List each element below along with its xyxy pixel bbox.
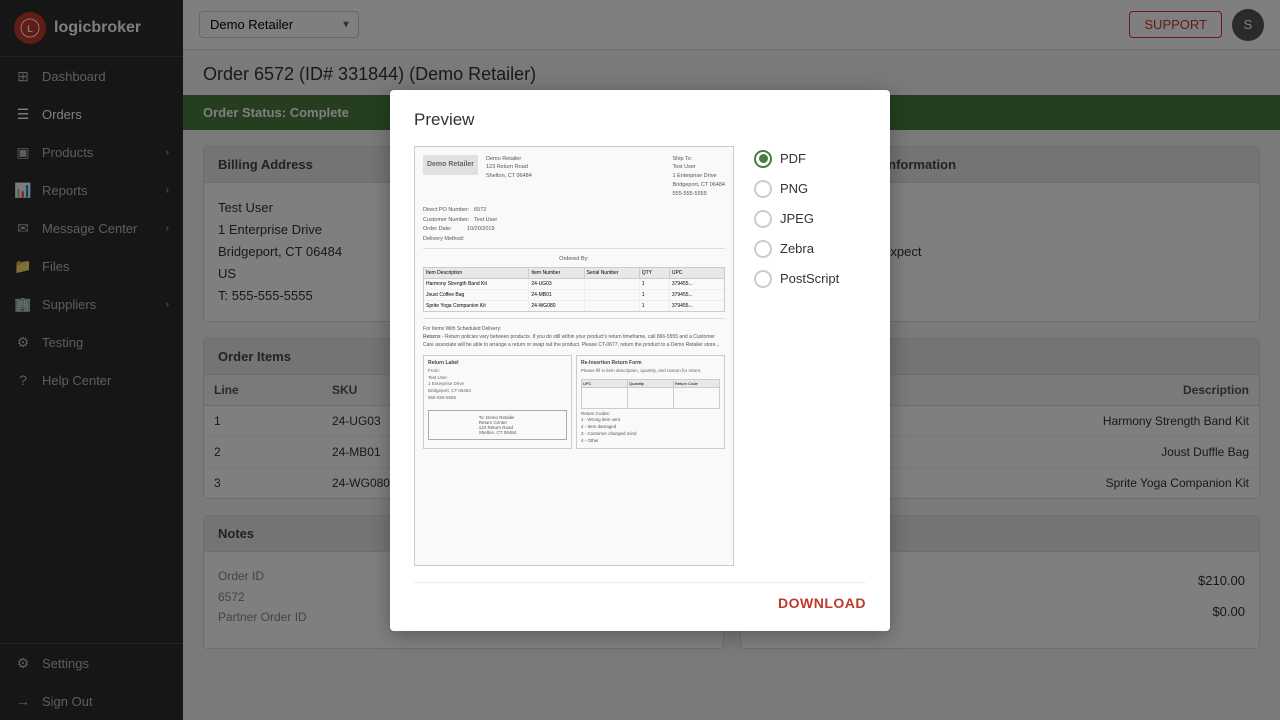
doc-form-instructions: Please fill in item description, quantit…: [581, 368, 720, 375]
doc-ordered-by: Ordered By:: [415, 253, 733, 265]
modal-footer: DOWNLOAD: [414, 582, 866, 611]
doc-items-table: Item Description Item Number Serial Numb…: [423, 267, 725, 312]
doc-return-label-header: Return Label: [428, 360, 567, 366]
format-zebra[interactable]: Zebra: [754, 240, 839, 258]
doc-row2: Joust Coffee Bag 24-MB01 1 379455...: [424, 290, 724, 301]
pdf-label: PDF: [780, 151, 806, 166]
doc-td: Sprite Yoga Companion Kit: [424, 301, 529, 311]
doc-row3: Sprite Yoga Companion Kit 24-WG080 1 379…: [424, 301, 724, 311]
doc-td: Joust Coffee Bag: [424, 290, 529, 300]
format-png[interactable]: PNG: [754, 180, 839, 198]
modal-body: Demo Retailer Demo Retailer123 Return Ro…: [414, 146, 866, 566]
doc-td: 24-MB01: [529, 290, 584, 300]
doc-td: 379455...: [670, 279, 724, 289]
modal-overlay[interactable]: Preview Demo Retailer Demo Retailer123 R…: [0, 0, 1280, 720]
doc-order-info: Direct PO Number: 6572 Customer Number: …: [415, 206, 733, 243]
modal-title: Preview: [414, 110, 866, 130]
doc-td: [585, 279, 640, 289]
doc-td: Harmony Strength Band Kit: [424, 279, 529, 289]
zebra-label: Zebra: [780, 241, 814, 256]
doc-header-info: Demo Retailer123 Return RoadShelton, CT …: [486, 155, 665, 181]
doc-return-form: Re-Insertion Return Form Please fill in …: [576, 355, 725, 450]
doc-td: 379455...: [670, 301, 724, 311]
document-preview: Demo Retailer Demo Retailer123 Return Ro…: [414, 146, 734, 566]
doc-logo: Demo Retailer: [423, 155, 478, 175]
doc-th: Serial Number: [585, 268, 640, 278]
doc-shipto: Ship To:Test User1 Enterprise DriveBridg…: [673, 155, 726, 199]
format-pdf[interactable]: PDF: [754, 150, 839, 168]
png-label: PNG: [780, 181, 808, 196]
doc-th: Item Number: [529, 268, 584, 278]
doc-return-form-header: Re-Insertion Return Form: [581, 360, 720, 366]
pdf-radio[interactable]: [754, 150, 772, 168]
doc-td: 1: [640, 279, 670, 289]
jpeg-radio[interactable]: [754, 210, 772, 228]
doc-th: QTY: [640, 268, 670, 278]
preview-modal: Preview Demo Retailer Demo Retailer123 R…: [390, 90, 890, 631]
doc-ship-to-address: To: Demo RetailerReturn Center123 Return…: [428, 410, 567, 440]
doc-th: Item Description: [424, 268, 529, 278]
doc-td: 24-UG03: [529, 279, 584, 289]
doc-return-codes: Return Codes: 1 - Wrong item sent2 - Ite…: [581, 411, 720, 445]
doc-td: [585, 290, 640, 300]
doc-return-label: Return Label From: Test User1 Enterprise…: [423, 355, 572, 450]
format-postscript[interactable]: PostScript: [754, 270, 839, 288]
doc-td: 1: [640, 290, 670, 300]
format-jpeg[interactable]: JPEG: [754, 210, 839, 228]
jpeg-label: JPEG: [780, 211, 814, 226]
png-radio[interactable]: [754, 180, 772, 198]
doc-td: 24-WG080: [529, 301, 584, 311]
doc-divider: [423, 248, 725, 249]
doc-th: UPC: [670, 268, 724, 278]
doc-notes: For Items With Scheduled Delivery: Retur…: [415, 323, 733, 351]
download-button[interactable]: DOWNLOAD: [778, 595, 866, 611]
postscript-label: PostScript: [780, 271, 839, 286]
preview-document: Demo Retailer Demo Retailer123 Return Ro…: [415, 147, 733, 565]
doc-return-from: From: Test User1 Enterprise DriveBridgep…: [428, 368, 567, 402]
postscript-radio[interactable]: [754, 270, 772, 288]
doc-labels: Return Label From: Test User1 Enterprise…: [423, 355, 725, 450]
doc-td: [585, 301, 640, 311]
format-options: PDF PNG JPEG Zebra PostScript: [754, 146, 839, 566]
zebra-radio[interactable]: [754, 240, 772, 258]
doc-divider2: [423, 318, 725, 319]
doc-td: 379455...: [670, 290, 724, 300]
doc-td: 1: [640, 301, 670, 311]
doc-form-table: UPC Quantity Return Code: [581, 379, 720, 409]
doc-row1: Harmony Strength Band Kit 24-UG03 1 3794…: [424, 279, 724, 290]
